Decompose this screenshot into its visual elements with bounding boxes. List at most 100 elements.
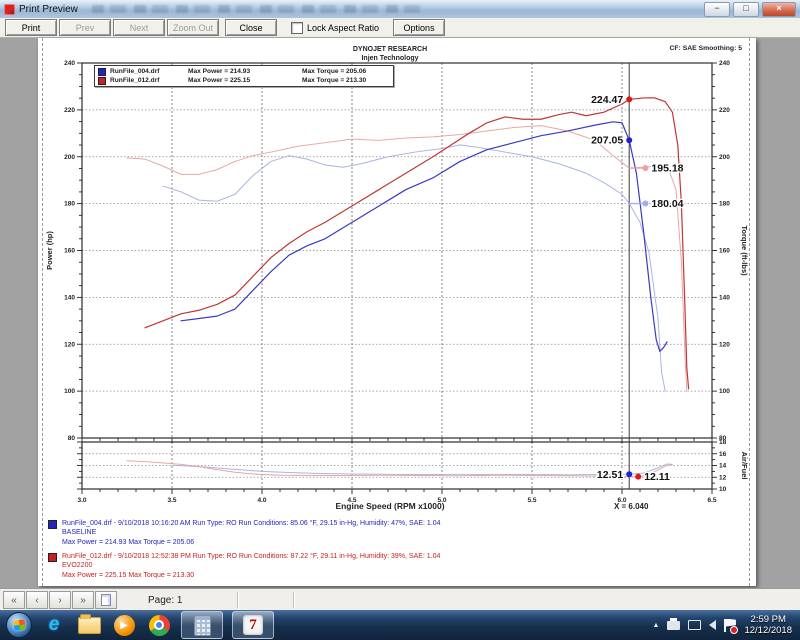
legend-row-evo2200: RunFile_012.drf Max Power = 225.15 Max T… xyxy=(98,76,390,85)
page-setup-button[interactable] xyxy=(95,591,117,609)
start-button[interactable] xyxy=(6,612,32,638)
clock-date: 12/12/2018 xyxy=(744,625,792,636)
svg-text:200: 200 xyxy=(719,154,730,161)
window-title: Print Preview xyxy=(19,4,78,15)
page-number-label: Page: 1 xyxy=(148,595,182,606)
zoom-out-button: Zoom Out xyxy=(167,19,219,36)
svg-text:160: 160 xyxy=(719,248,730,255)
svg-text:5.5: 5.5 xyxy=(527,497,536,504)
options-button[interactable]: Options xyxy=(393,19,445,36)
svg-text:Power (hp): Power (hp) xyxy=(45,231,54,270)
svg-text:10: 10 xyxy=(719,486,727,493)
svg-text:Engine Speed (RPM x1000): Engine Speed (RPM x1000) xyxy=(335,501,444,511)
action-center-icon[interactable] xyxy=(724,619,736,632)
svg-text:12: 12 xyxy=(719,474,727,481)
print-button[interactable]: Print xyxy=(5,19,57,36)
legend-max-power: Max Power = 225.15 xyxy=(188,77,298,84)
run-line1: RunFile_004.drf - 9/10/2018 10:16:20 AM … xyxy=(62,519,441,528)
svg-text:100: 100 xyxy=(64,388,75,395)
run-swatch-red xyxy=(48,553,57,562)
titlebar: Print Preview − □ × xyxy=(0,0,800,19)
legend-max-torque: Max Torque = 213.30 xyxy=(302,77,366,84)
run-details-evo2200: RunFile_012.drf - 9/10/2018 12:52:38 PM … xyxy=(48,552,440,580)
svg-text:12.51: 12.51 xyxy=(597,469,623,481)
taskbar-item-calculator-active[interactable] xyxy=(181,611,223,639)
taskbar-clock[interactable]: 2:59 PM 12/12/2018 xyxy=(744,614,792,636)
svg-text:195.18: 195.18 xyxy=(651,163,683,175)
alert-badge xyxy=(730,626,738,634)
taskbar-item-media-player[interactable]: ▶ xyxy=(111,612,137,638)
statusbar-divider xyxy=(237,592,238,608)
svg-text:4.0: 4.0 xyxy=(257,497,266,504)
svg-text:180.04: 180.04 xyxy=(651,198,683,210)
svg-text:220: 220 xyxy=(64,107,75,114)
legend-row-baseline: RunFile_004.drf Max Power = 214.93 Max T… xyxy=(98,67,390,76)
last-page-button[interactable]: » xyxy=(72,591,94,609)
legend-max-torque: Max Torque = 205.06 xyxy=(302,68,366,75)
legend-swatch-blue xyxy=(98,68,106,76)
next-page-button[interactable]: › xyxy=(49,591,71,609)
legend-max-power: Max Power = 214.93 xyxy=(188,68,298,75)
svg-text:140: 140 xyxy=(719,294,730,301)
svg-text:160: 160 xyxy=(64,248,75,255)
svg-text:120: 120 xyxy=(64,341,75,348)
first-page-button[interactable]: « xyxy=(3,591,25,609)
svg-text:18: 18 xyxy=(719,439,727,446)
titlebar-faded-text xyxy=(92,5,422,13)
svg-text:100: 100 xyxy=(719,388,730,395)
run-line2: BASELINE xyxy=(62,528,441,537)
svg-text:200: 200 xyxy=(64,154,75,161)
window-controls: − □ × xyxy=(704,2,796,17)
clock-time: 2:59 PM xyxy=(744,614,792,625)
lock-aspect-checkbox[interactable] xyxy=(291,22,303,34)
svg-text:14: 14 xyxy=(719,463,727,470)
svg-text:X = 6.040: X = 6.040 xyxy=(614,502,649,511)
svg-text:240: 240 xyxy=(64,60,75,67)
windows-flag-icon xyxy=(13,619,25,630)
svg-text:Torque (ft-lbs): Torque (ft-lbs) xyxy=(740,225,749,276)
chrome-icon xyxy=(149,615,170,636)
svg-text:12.11: 12.11 xyxy=(644,471,670,483)
close-preview-button[interactable]: Close xyxy=(225,19,277,36)
close-button[interactable]: × xyxy=(762,2,796,17)
svg-text:3.5: 3.5 xyxy=(167,497,176,504)
printer-icon[interactable] xyxy=(667,621,680,630)
svg-text:6.5: 6.5 xyxy=(707,497,716,504)
svg-text:207.05: 207.05 xyxy=(591,135,623,147)
volume-icon[interactable] xyxy=(709,620,716,630)
run-swatch-blue xyxy=(48,520,57,529)
taskbar-item-chrome[interactable] xyxy=(146,612,172,638)
svg-text:180: 180 xyxy=(64,201,75,208)
system-tray: ▲ 2:59 PM 12/12/2018 xyxy=(653,614,794,636)
run-line3: Max Power = 214.93 Max Torque = 205.06 xyxy=(62,538,441,547)
next-button: Next xyxy=(113,19,165,36)
tray-expand-icon[interactable]: ▲ xyxy=(653,622,660,629)
lock-aspect-label: Lock Aspect Ratio xyxy=(307,23,379,33)
calculator-icon xyxy=(194,615,211,636)
prev-page-button[interactable]: ‹ xyxy=(26,591,48,609)
folder-icon xyxy=(78,617,101,634)
app-icon xyxy=(4,4,15,15)
taskbar: e ▶ 7 ▲ 2:59 PM 12/12/2018 xyxy=(0,610,800,640)
run-line3: Max Power = 225.15 Max Torque = 213.30 xyxy=(62,571,440,580)
preview-area: DYNOJET RESEARCH Injen Technology CF: SA… xyxy=(0,38,800,588)
minimize-button[interactable]: − xyxy=(704,2,730,17)
page-navigation-bar: « ‹ › » Page: 1 xyxy=(0,588,800,611)
svg-text:120: 120 xyxy=(719,341,730,348)
taskbar-item-explorer[interactable] xyxy=(76,612,102,638)
taskbar-item-internet-explorer[interactable]: e xyxy=(41,612,67,638)
report-page: DYNOJET RESEARCH Injen Technology CF: SA… xyxy=(38,38,756,586)
desktop-screen: Print Preview − □ × Print Prev Next Zoom… xyxy=(0,0,800,640)
network-icon[interactable] xyxy=(688,620,701,630)
restore-button[interactable]: □ xyxy=(733,2,759,17)
taskbar-item-winpep7-active[interactable]: 7 xyxy=(232,611,274,639)
svg-text:220: 220 xyxy=(719,107,730,114)
svg-text:80: 80 xyxy=(68,435,76,442)
svg-text:240: 240 xyxy=(719,60,730,67)
svg-text:140: 140 xyxy=(64,294,75,301)
print-preview-toolbar: Print Prev Next Zoom Out Close Lock Aspe… xyxy=(0,18,800,38)
internet-explorer-icon: e xyxy=(49,614,60,636)
svg-text:180: 180 xyxy=(719,201,730,208)
legend-file: RunFile_012.drf xyxy=(110,77,184,84)
svg-text:3.0: 3.0 xyxy=(77,497,86,504)
